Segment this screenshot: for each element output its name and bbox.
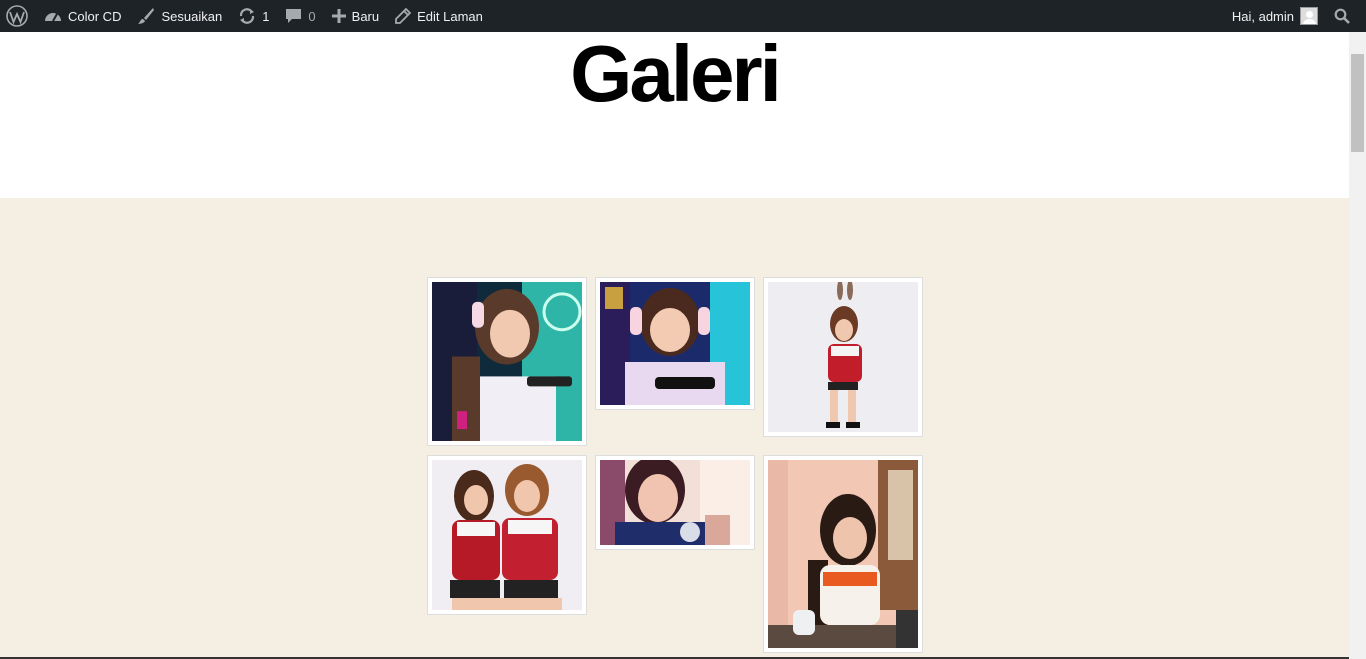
gallery-image[interactable] (600, 460, 750, 545)
gallery-item[interactable] (763, 455, 923, 653)
pencil-icon (395, 8, 412, 24)
avatar (1300, 7, 1318, 25)
admin-bar: Color CD Sesuaikan 1 0 Baru Edit Laman H… (0, 0, 1366, 32)
plus-icon (331, 9, 346, 23)
gallery-image[interactable] (600, 282, 750, 405)
page-header: Galeri (0, 29, 1349, 198)
updates-count: 1 (262, 8, 270, 24)
gallery-image[interactable] (768, 460, 918, 648)
gallery-item[interactable] (763, 277, 923, 437)
customize-label: Sesuaikan (161, 8, 223, 24)
new-content-menu[interactable]: Baru (324, 0, 387, 32)
site-name-label: Color CD (68, 8, 122, 24)
gallery-item[interactable] (595, 455, 755, 550)
new-label: Baru (351, 8, 380, 24)
edit-page-label: Edit Laman (417, 8, 483, 24)
my-account-menu[interactable]: Hai, admin (1224, 0, 1326, 32)
paintbrush-icon (138, 8, 155, 24)
edit-page-link[interactable]: Edit Laman (387, 0, 491, 32)
page-title: Galeri (570, 29, 782, 118)
scrollbar-thumb[interactable] (1351, 54, 1364, 152)
site-name-menu[interactable]: Color CD (36, 0, 129, 32)
wordpress-logo-icon[interactable] (0, 0, 36, 32)
comments-menu[interactable]: 0 (277, 0, 323, 32)
comment-icon (286, 9, 302, 23)
updates-icon (240, 8, 255, 24)
gallery-image[interactable] (768, 282, 918, 432)
gallery-item[interactable] (427, 455, 587, 615)
page-scrollbar[interactable] (1349, 32, 1366, 659)
updates-menu[interactable]: 1 (230, 0, 277, 32)
customize-menu[interactable]: Sesuaikan (129, 0, 230, 32)
gallery-item[interactable] (595, 277, 755, 410)
search-button[interactable] (1326, 0, 1366, 32)
gallery-image[interactable] (432, 460, 582, 610)
greeting-label: Hai, admin (1231, 8, 1294, 24)
gallery-item[interactable] (427, 277, 587, 446)
gallery-image[interactable] (432, 282, 582, 441)
comments-count: 0 (308, 8, 316, 24)
dashboard-icon (45, 13, 61, 22)
search-icon (1334, 8, 1350, 24)
